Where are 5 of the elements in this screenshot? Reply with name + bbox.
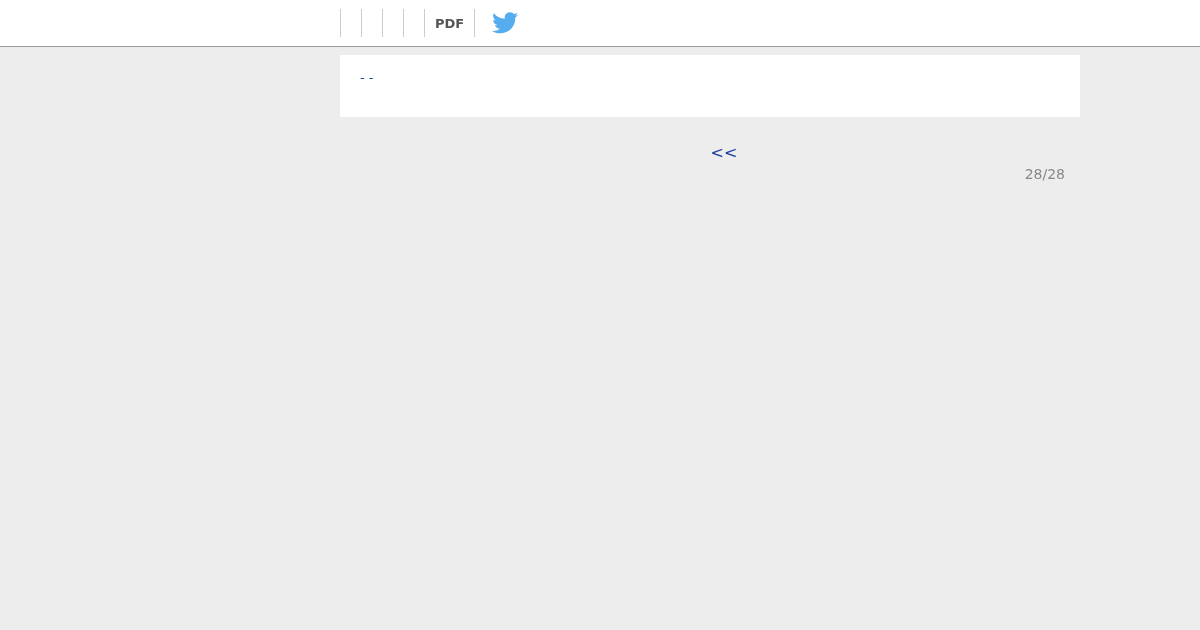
content-link[interactable]: - - xyxy=(360,70,374,85)
pdf-button[interactable]: PDF xyxy=(425,15,475,31)
bird-icon[interactable] xyxy=(492,12,519,34)
previous-link[interactable]: << xyxy=(710,143,738,162)
page-count: 28/28 xyxy=(1024,166,1065,182)
